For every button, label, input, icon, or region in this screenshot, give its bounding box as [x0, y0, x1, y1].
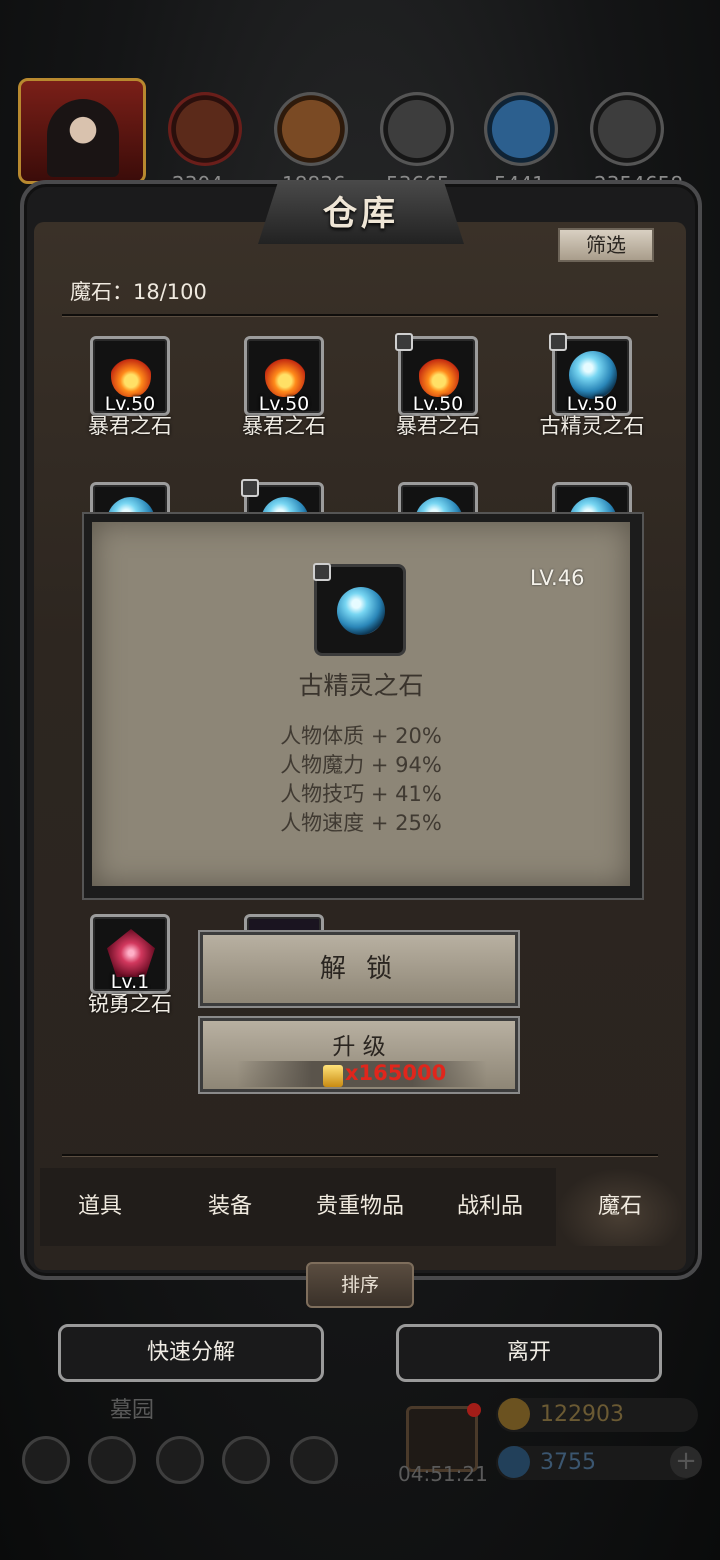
detail-stat: 人物魔力 + 94% — [280, 753, 442, 777]
lock-icon — [313, 563, 331, 581]
tyrant-stone-icon — [111, 351, 151, 397]
location-label: 墓园 — [110, 1398, 155, 1423]
crystal-resource-icon — [484, 92, 558, 166]
magic-stone-count: 魔石：18/100 — [70, 280, 207, 304]
tyrant-stone-icon — [419, 351, 459, 397]
detail-item-name: 古精灵之石 — [298, 671, 424, 700]
lock-icon — [395, 333, 413, 351]
divider — [62, 314, 658, 317]
rank-icon[interactable] — [156, 1436, 204, 1484]
elf-stone-icon — [337, 587, 385, 635]
detail-stat: 人物体质 + 20% — [280, 724, 442, 748]
lock-icon — [241, 479, 259, 497]
tab-loot[interactable]: 战利品 — [426, 1168, 554, 1246]
item-slot-selected[interactable]: Lv.1 — [90, 914, 170, 994]
item-name: 古精灵之石 — [539, 414, 645, 438]
settings-icon[interactable] — [22, 1436, 70, 1484]
elf-stone-icon — [569, 351, 617, 399]
item-slot[interactable]: Lv.50 — [549, 333, 632, 416]
divider — [62, 1154, 658, 1157]
filter-button[interactable]: 筛选 — [558, 228, 654, 262]
gold-amount: 122903 — [540, 1402, 624, 1427]
iron-resource-icon — [380, 92, 454, 166]
unlock-button[interactable]: 解 锁 — [200, 932, 518, 1006]
gold-icon — [498, 1398, 530, 1430]
gem-amount: 3755 — [540, 1450, 596, 1475]
warehouse-title: 仓库 — [323, 194, 399, 234]
tab-magic-stones[interactable]: 魔石 — [556, 1168, 684, 1246]
chat-icon[interactable] — [290, 1436, 338, 1484]
detail-stat: 人物速度 + 25% — [280, 811, 442, 835]
upgrade-button[interactable]: 升 级 x165000 — [200, 1018, 518, 1092]
item-name: 锐勇之石 — [88, 992, 172, 1016]
item-name: 暴君之石 — [396, 414, 480, 438]
upgrade-cost: x165000 — [345, 1061, 447, 1085]
tab-equipment[interactable]: 装备 — [166, 1168, 294, 1246]
stone-resource-icon — [590, 92, 664, 166]
gold-coin-icon — [323, 1065, 343, 1087]
mail-icon[interactable] — [222, 1436, 270, 1484]
lock-icon — [549, 333, 567, 351]
player-avatar[interactable] — [18, 78, 146, 184]
item-name: 暴君之石 — [242, 414, 326, 438]
detail-item-slot — [313, 563, 406, 656]
gem-icon — [498, 1446, 530, 1478]
gift-timer: 04:51:21 — [398, 1462, 488, 1486]
meat-resource-icon — [168, 92, 242, 166]
achievement-icon[interactable] — [88, 1436, 136, 1484]
item-slot[interactable]: Lv.50 — [244, 336, 324, 416]
item-slot[interactable]: Lv.50 — [90, 336, 170, 416]
item-slot[interactable]: Lv.50 — [395, 333, 478, 416]
tab-valuables[interactable]: 贵重物品 — [296, 1168, 424, 1246]
tyrant-stone-icon — [265, 351, 305, 397]
item-name: 暴君之石 — [88, 414, 172, 438]
detail-stat: 人物技巧 + 41% — [280, 782, 442, 806]
upgrade-label: 升 级 — [332, 1034, 386, 1060]
quick-decompose-button[interactable]: 快速分解 — [58, 1324, 324, 1382]
wood-resource-icon — [274, 92, 348, 166]
leave-button[interactable]: 离开 — [396, 1324, 662, 1382]
notification-dot — [467, 1403, 481, 1417]
detail-level: LV.46 — [530, 566, 585, 590]
valor-stone-icon — [107, 929, 155, 977]
add-gems-icon[interactable]: + — [670, 1446, 702, 1478]
sort-button[interactable]: 排序 — [306, 1262, 414, 1308]
tab-items[interactable]: 道具 — [36, 1168, 164, 1246]
